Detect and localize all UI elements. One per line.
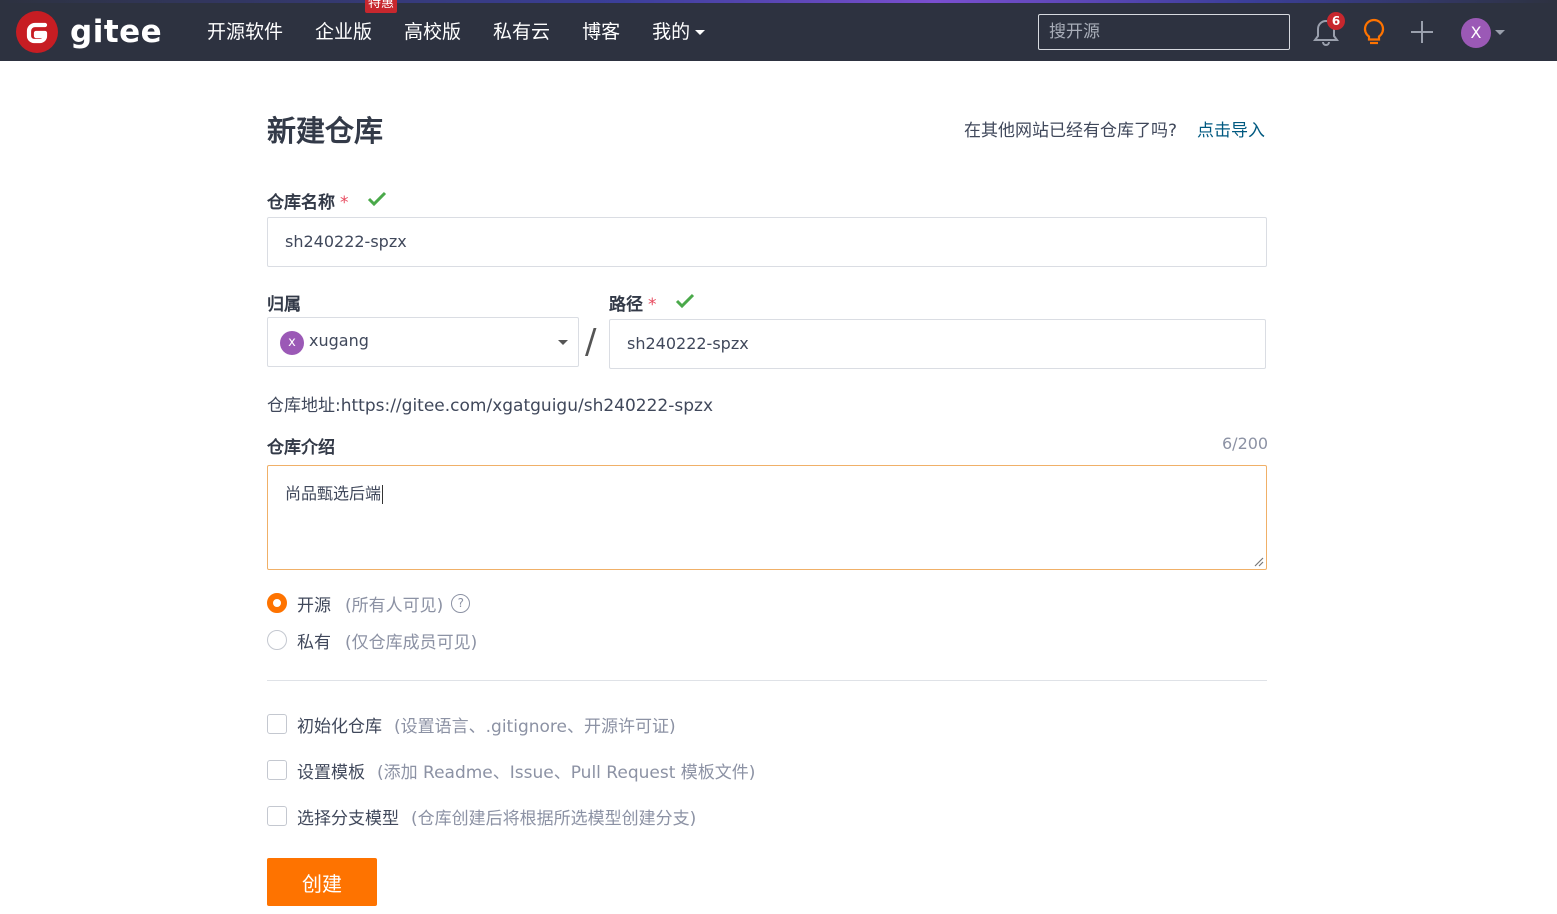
public-radio-note: (所有人可见) bbox=[345, 595, 444, 616]
valid-check-icon bbox=[367, 191, 387, 207]
chevron-down-icon[interactable] bbox=[1495, 30, 1505, 35]
init-repo-checkbox[interactable] bbox=[267, 714, 287, 734]
repo-name-label: 仓库名称 * bbox=[267, 188, 349, 213]
visibility-option-public[interactable]: 开源 (所有人可见) ? bbox=[267, 591, 471, 616]
owner-avatar: x bbox=[280, 331, 304, 355]
promo-badge: 特惠 bbox=[365, 0, 398, 13]
required-mark: * bbox=[648, 295, 657, 315]
nav-item-open-source[interactable]: 开源软件 bbox=[207, 17, 283, 44]
nav-item-private-cloud[interactable]: 私有云 bbox=[493, 17, 550, 44]
user-avatar[interactable]: X bbox=[1461, 18, 1491, 48]
page-title: 新建仓库 bbox=[267, 114, 384, 148]
nav-item-enterprise-label: 企业版 bbox=[315, 21, 373, 43]
required-mark: * bbox=[340, 193, 349, 213]
path-separator: / bbox=[585, 322, 597, 362]
branch-model-label: 选择分支模型 bbox=[297, 808, 399, 829]
resize-handle-icon[interactable] bbox=[1254, 557, 1264, 567]
lightbulb-icon[interactable] bbox=[1361, 17, 1387, 47]
top-navbar: gitee 开源软件 企业版 特惠 高校版 私有云 博客 我的 6 X bbox=[0, 0, 1557, 61]
nav-item-enterprise[interactable]: 企业版 特惠 bbox=[315, 0, 398, 44]
plus-icon[interactable] bbox=[1409, 19, 1435, 45]
import-link[interactable]: 点击导入 bbox=[1197, 116, 1265, 141]
intro-char-counter: 6/200 bbox=[1222, 434, 1269, 453]
option-init-repo[interactable]: 初始化仓库 (设置语言、.gitignore、开源许可证) bbox=[267, 712, 676, 737]
repo-name-label-text: 仓库名称 bbox=[267, 193, 335, 213]
visibility-option-private[interactable]: 私有 (仅仓库成员可见) bbox=[267, 628, 478, 653]
section-divider bbox=[267, 680, 1267, 681]
private-radio-note: (仅仓库成员可见) bbox=[345, 632, 478, 653]
private-radio[interactable] bbox=[267, 630, 287, 650]
nav-item-mine[interactable]: 我的 bbox=[652, 17, 706, 44]
chevron-down-icon bbox=[695, 30, 706, 35]
nav-item-blog[interactable]: 博客 bbox=[582, 17, 620, 44]
notification-count-badge: 6 bbox=[1327, 12, 1345, 30]
import-question: 在其他网站已经有仓库了吗? bbox=[964, 121, 1178, 141]
logo-wordmark: gitee bbox=[70, 14, 163, 50]
text-cursor bbox=[382, 485, 384, 504]
chevron-down-icon bbox=[558, 340, 568, 345]
gitee-logo-icon bbox=[16, 11, 58, 53]
gitee-logo[interactable]: gitee bbox=[16, 11, 162, 53]
owner-select[interactable]: x xugang bbox=[267, 317, 579, 367]
nav-item-education[interactable]: 高校版 bbox=[404, 17, 461, 44]
intro-textarea[interactable]: 尚品甄选后端 bbox=[267, 465, 1267, 570]
main-nav: 开源软件 企业版 特惠 高校版 私有云 博客 我的 bbox=[207, 0, 737, 61]
owner-name: xugang bbox=[309, 331, 369, 350]
init-repo-label: 初始化仓库 bbox=[297, 716, 382, 737]
path-input[interactable]: sh240222-spzx bbox=[609, 319, 1266, 369]
set-template-checkbox[interactable] bbox=[267, 760, 287, 780]
intro-text: 尚品甄选后端 bbox=[285, 484, 382, 503]
set-template-note: (添加 Readme、Issue、Pull Request 模板文件) bbox=[377, 762, 756, 783]
path-label: 路径 * bbox=[609, 290, 657, 315]
branch-model-checkbox[interactable] bbox=[267, 806, 287, 826]
repo-address: 仓库地址:https://gitee.com/xgatguigu/sh24022… bbox=[267, 396, 714, 416]
owner-label: 归属 bbox=[267, 295, 301, 315]
help-icon[interactable]: ? bbox=[451, 593, 471, 613]
set-template-label: 设置模板 bbox=[297, 762, 365, 783]
valid-check-icon bbox=[675, 293, 695, 309]
create-button[interactable]: 创建 bbox=[267, 858, 377, 906]
nav-item-mine-label: 我的 bbox=[652, 21, 691, 43]
private-radio-label: 私有 bbox=[297, 632, 331, 653]
public-radio[interactable] bbox=[267, 593, 287, 613]
search-input[interactable] bbox=[1038, 14, 1290, 50]
init-repo-note: (设置语言、.gitignore、开源许可证) bbox=[394, 716, 676, 737]
branch-model-note: (仓库创建后将根据所选模型创建分支) bbox=[411, 808, 697, 829]
intro-label: 仓库介绍 bbox=[267, 438, 335, 458]
option-set-template[interactable]: 设置模板 (添加 Readme、Issue、Pull Request 模板文件) bbox=[267, 758, 756, 783]
option-branch-model[interactable]: 选择分支模型 (仓库创建后将根据所选模型创建分支) bbox=[267, 804, 697, 829]
repo-name-input[interactable]: sh240222-spzx bbox=[267, 217, 1267, 267]
path-label-text: 路径 bbox=[609, 295, 643, 315]
public-radio-label: 开源 bbox=[297, 595, 331, 616]
